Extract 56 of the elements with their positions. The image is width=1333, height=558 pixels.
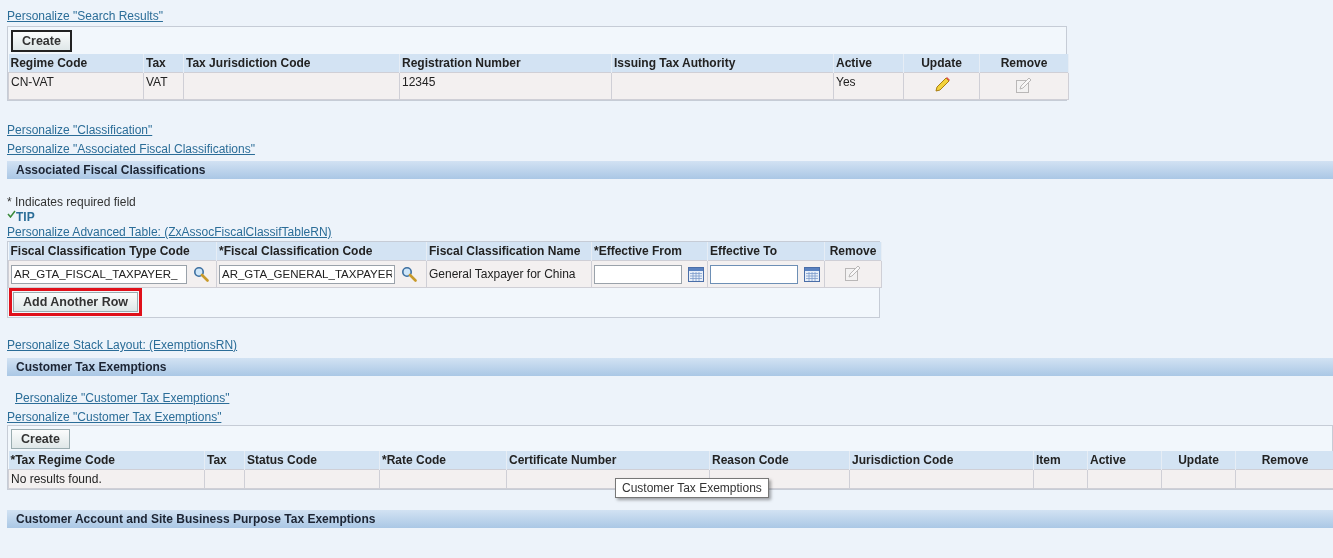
column-header: Certificate Number [506,451,710,470]
create-button[interactable]: Create [11,429,70,449]
column-header: Regime Code [8,54,144,73]
column-header: Registration Number [399,54,612,73]
search-icon[interactable] [193,266,209,282]
search-icon[interactable] [401,266,417,282]
column-header: Jurisdiction Code [849,451,1034,470]
column-header: Issuing Tax Authority [611,54,834,73]
personalize-link[interactable]: Personalize Advanced Table: (ZxAssocFiscalClassifTableRN) [7,225,332,240]
column-header: *Rate Code [379,451,507,470]
personalize-link[interactable]: Personalize "Search Results" [7,9,163,24]
table-cell: VAT [146,75,168,89]
section-header: Associated Fiscal Classifications [7,161,1333,179]
type-code-field[interactable]: AR_GTA_FISCAL_TAXPAYER_ [11,264,187,284]
table-cell: CN-VAT [11,75,54,89]
column-header: *Effective From [591,242,708,261]
column-header: Remove [1235,451,1333,470]
column-header: Status Code [244,451,380,470]
create-button[interactable]: Create [11,30,72,52]
column-header: *Tax Regime Code [8,451,205,470]
column-header: Update [1161,451,1236,470]
empty-message: No results found. [11,472,102,486]
personalize-link[interactable]: Personalize "Classification" [7,123,153,138]
column-header: Active [833,54,904,73]
calendar-icon[interactable] [688,266,704,282]
tip-label: TIP [16,210,35,224]
column-header: Item [1033,451,1088,470]
column-header: Effective To [707,242,825,261]
column-header: Tax Jurisdiction Code [183,54,400,73]
column-header: Remove [979,54,1069,73]
pencil-icon[interactable] [932,75,951,94]
required-field-note: * Indicates required field [7,195,136,209]
personalize-link[interactable]: Personalize Stack Layout: (ExemptionsRN) [7,338,238,353]
effective-from-field[interactable] [594,264,682,284]
column-header: Fiscal Classification Type Code [8,242,217,261]
personalize-link[interactable]: Personalize "Customer Tax Exemptions" [15,391,230,406]
column-header: Active [1087,451,1162,470]
table-cell: 12345 [402,75,436,89]
add-row-button[interactable]: Add Another Row [13,292,139,312]
column-header: Remove [824,242,882,261]
column-header: Update [903,54,980,73]
tooltip: Customer Tax Exemptions [615,478,769,498]
effective-to-field[interactable] [710,264,798,284]
column-header: *Fiscal Classification Code [216,242,427,261]
checkmark-icon [7,210,16,218]
column-header: Tax [143,54,184,73]
section-header: Customer Account and Site Business Purpose Tax Exemptions [7,510,1333,528]
personalize-link[interactable]: Personalize "Associated Fiscal Classifications" [7,142,255,157]
table-cell: Yes [836,75,856,89]
section-header: Customer Tax Exemptions [7,358,1333,376]
column-header: Tax [204,451,245,470]
table-cell: General Taxpayer for China [429,267,576,281]
personalize-link[interactable]: Personalize "Customer Tax Exemptions" [7,410,222,425]
column-header: Fiscal Classification Name [426,242,592,261]
calendar-icon[interactable] [804,266,820,282]
column-header: Reason Code [709,451,850,470]
